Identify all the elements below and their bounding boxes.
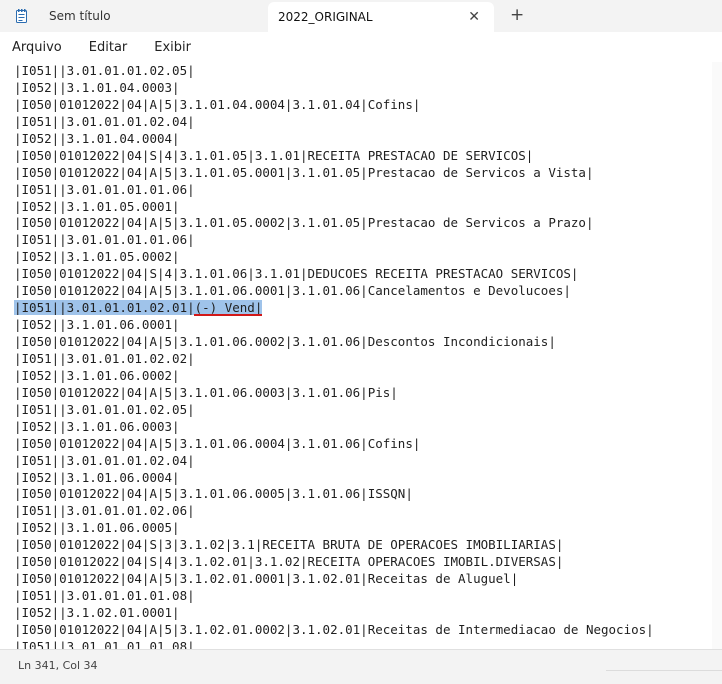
line-text: |I051||3.01.01.01.02.06| <box>14 503 195 519</box>
line-text: |I050|01012022|04|A|5|3.1.01.05.0001|3.1… <box>14 164 594 180</box>
line-text: |I050|01012022|04|A|5|3.1.01.06.0001|3.1… <box>14 283 571 299</box>
line-text: |I050|01012022|04|A|5|3.1.02.01.0001|3.1… <box>14 571 519 587</box>
cursor-position: Ln 341, Col 34 <box>18 659 98 672</box>
text-line: |I051||3.01.01.01.02.06| <box>14 503 654 520</box>
line-text: |I050|01012022|04|A|5|3.1.01.06.0005|3.1… <box>14 486 413 502</box>
line-text: |I051||3.01.01.01.02.05| <box>14 401 195 417</box>
line-text: |I050|01012022|04|A|5|3.1.01.06.0003|3.1… <box>14 384 398 400</box>
menu-exibir[interactable]: Exibir <box>154 40 191 55</box>
line-text: |I050|01012022|04|S|4|3.1.02.01|3.1.02|R… <box>14 554 564 570</box>
text-line: |I051||3.01.01.01.01.08| <box>14 588 654 605</box>
tab-label: Sem título <box>49 9 111 23</box>
text-line: |I050|01012022|04|A|5|3.1.01.06.0003|3.1… <box>14 385 654 402</box>
text-line: |I051||3.01.01.01.02.02| <box>14 351 654 368</box>
line-text: |I052||3.1.01.06.0005| <box>14 520 180 536</box>
text-line: |I052||3.1.02.01.0001| <box>14 605 654 622</box>
menu-bar: Arquivo Editar Exibir <box>0 32 722 62</box>
menu-arquivo[interactable]: Arquivo <box>12 40 62 55</box>
text-line: |I051||3.01.01.01.02.05| <box>14 402 654 419</box>
text-line: |I051||3.01.01.01.01.08| <box>14 639 654 649</box>
status-divider <box>606 670 722 684</box>
tab-2022-original[interactable]: 2022_ORIGINAL ✕ <box>268 2 494 32</box>
line-text: |I050|01012022|04|S|4|3.1.01.05|3.1.01|R… <box>14 147 534 163</box>
text-editor[interactable]: |I051||3.01.01.01.02.05| |I052||3.1.01.04… <box>0 62 712 649</box>
text-line: |I051||3.01.01.01.02.04| <box>14 114 654 131</box>
text-line: |I052||3.1.01.06.0001| <box>14 317 654 334</box>
title-bar: Sem título 2022_ORIGINAL ✕ + <box>0 0 722 32</box>
text-line: |I052||3.1.01.06.0004| <box>14 470 654 487</box>
text-line: |I051||3.01.01.01.02.04| <box>14 453 654 470</box>
line-text: |I051||3.01.01.01.02.01|(-) Vend| <box>14 300 263 316</box>
text-line: |I052||3.1.01.06.0002| <box>14 368 654 385</box>
text-line: |I052||3.1.01.04.0004| <box>14 131 654 148</box>
line-text: |I052||3.1.01.06.0001| <box>14 317 180 333</box>
line-text: |I052||3.1.02.01.0001| <box>14 605 180 620</box>
close-tab-icon[interactable]: ✕ <box>468 9 480 25</box>
text-line: |I050|01012022|04|S|3|3.1.02|3.1|RECEITA… <box>14 537 654 554</box>
line-text: |I050|01012022|04|A|5|3.1.01.04.0004|3.1… <box>14 96 421 112</box>
text-line: |I050|01012022|04|A|5|3.1.01.06.0001|3.1… <box>14 283 654 300</box>
menu-editar[interactable]: Editar <box>89 40 128 55</box>
vertical-scrollbar[interactable] <box>712 62 722 649</box>
line-text: |I051||3.01.01.01.02.02| <box>14 350 195 366</box>
text-line: |I050|01012022|04|A|5|3.1.01.05.0002|3.1… <box>14 215 654 232</box>
line-text: |I051||3.01.01.01.01.08| <box>14 588 195 604</box>
text-line: |I050|01012022|04|A|5|3.1.01.04.0004|3.1… <box>14 97 654 114</box>
line-text: |I050|01012022|04|S|3|3.1.02|3.1|RECEITA… <box>14 537 564 553</box>
text-line: |I051||3.01.01.01.01.06| <box>14 182 654 199</box>
text-line: |I050|01012022|04|S|4|3.1.02.01|3.1.02|R… <box>14 554 654 571</box>
line-text: |I050|01012022|04|S|4|3.1.01.06|3.1.01|D… <box>14 266 579 282</box>
line-text: |I051||3.01.01.01.01.06| <box>14 181 195 197</box>
line-text: |I050|01012022|04|A|5|3.1.01.05.0002|3.1… <box>14 215 594 231</box>
line-text: |I052||3.1.01.05.0002| <box>14 249 180 265</box>
text-line: |I051||3.01.01.01.02.01|(-) Vend| <box>14 300 654 317</box>
line-text: |I051||3.01.01.01.02.05| <box>14 63 195 78</box>
text-line: |I051||3.01.01.01.01.06| <box>14 232 654 249</box>
line-text: |I051||3.01.01.01.02.04| <box>14 452 195 468</box>
line-text: |I052||3.1.01.06.0002| <box>14 367 180 383</box>
text-line: |I052||3.1.01.06.0003| <box>14 419 654 436</box>
new-tab-button[interactable]: + <box>510 5 524 25</box>
line-text: |I051||3.01.01.01.01.08| <box>14 638 195 649</box>
line-text: |I052||3.1.01.06.0004| <box>14 469 180 485</box>
text-line: |I052||3.1.01.05.0002| <box>14 249 654 266</box>
text-line: |I052||3.1.01.04.0003| <box>14 80 654 97</box>
text-line: |I050|01012022|04|A|5|3.1.02.01.0001|3.1… <box>14 571 654 588</box>
line-text: |I050|01012022|04|A|5|3.1.01.06.0004|3.1… <box>14 435 421 451</box>
text-line: |I052||3.1.01.06.0005| <box>14 520 654 537</box>
notepad-icon <box>16 9 27 23</box>
line-text: |I052||3.1.01.06.0003| <box>14 418 180 434</box>
red-underline-annotation <box>194 314 262 316</box>
text-line: |I050|01012022|04|A|5|3.1.02.01.0002|3.1… <box>14 622 654 639</box>
line-text: |I050|01012022|04|A|5|3.1.02.01.0002|3.1… <box>14 621 654 637</box>
editor-lines: |I051||3.01.01.01.02.05| |I052||3.1.01.04… <box>14 63 654 649</box>
tab-label: 2022_ORIGINAL <box>278 10 373 24</box>
text-line: |I050|01012022|04|A|5|3.1.01.05.0001|3.1… <box>14 165 654 182</box>
tab-untitled[interactable]: Sem título <box>8 0 266 32</box>
line-text: |I051||3.01.01.01.02.04| <box>14 113 195 129</box>
line-text: |I052||3.1.01.05.0001| <box>14 198 180 214</box>
text-line: |I050|01012022|04|A|5|3.1.01.06.0004|3.1… <box>14 436 654 453</box>
line-text: |I052||3.1.01.04.0004| <box>14 130 180 146</box>
line-text: |I050|01012022|04|A|5|3.1.01.06.0002|3.1… <box>14 334 556 349</box>
text-line: |I051||3.01.01.01.02.05| <box>14 63 654 80</box>
text-line: |I052||3.1.01.05.0001| <box>14 199 654 216</box>
text-line: |I050|01012022|04|A|5|3.1.01.06.0002|3.1… <box>14 334 654 351</box>
text-line: |I050|01012022|04|A|5|3.1.01.06.0005|3.1… <box>14 486 654 503</box>
line-text: |I052||3.1.01.04.0003| <box>14 79 180 95</box>
text-line: |I050|01012022|04|S|4|3.1.01.05|3.1.01|R… <box>14 148 654 165</box>
line-text: |I051||3.01.01.01.01.06| <box>14 232 195 248</box>
text-line: |I050|01012022|04|S|4|3.1.01.06|3.1.01|D… <box>14 266 654 283</box>
